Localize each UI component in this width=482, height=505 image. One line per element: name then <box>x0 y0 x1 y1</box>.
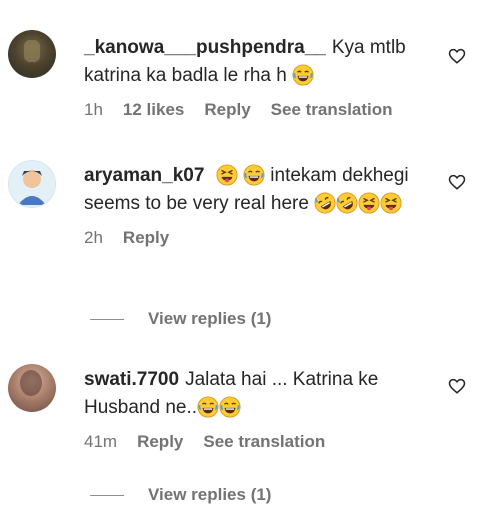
face-with-tears-of-joy-icon <box>219 396 241 418</box>
comment-text: _kanowa___pushpendra__ Kya mtlb katrina k… <box>84 34 422 90</box>
avatar[interactable] <box>8 30 56 78</box>
username[interactable]: aryaman_k07 <box>84 165 204 186</box>
avatar[interactable] <box>8 364 56 412</box>
comment-meta: 2h Reply <box>84 228 422 248</box>
see-translation-button[interactable]: See translation <box>271 100 393 120</box>
reply-button[interactable]: Reply <box>204 100 250 120</box>
heart-outline-icon[interactable] <box>448 377 466 395</box>
likes-count[interactable]: 12 likes <box>123 100 184 120</box>
squinting-face-with-tongue-icon <box>216 164 238 186</box>
see-translation-button[interactable]: See translation <box>203 432 325 452</box>
timestamp: 1h <box>84 100 103 119</box>
view-replies-button[interactable]: View replies (1) <box>90 485 271 505</box>
username[interactable]: _kanowa___pushpendra__ <box>84 37 326 58</box>
timestamp: 2h <box>84 228 103 247</box>
view-replies-label[interactable]: View replies (1) <box>148 309 271 329</box>
squinting-face-with-tongue-icon <box>380 192 402 214</box>
face-with-tears-of-joy-icon <box>292 64 314 86</box>
comment-text: swati.7700 Jalata hai ... Katrina ke Husb… <box>84 366 422 422</box>
reply-button[interactable]: Reply <box>137 432 183 452</box>
avatar[interactable] <box>8 160 56 208</box>
face-with-tears-of-joy-icon <box>243 164 265 186</box>
comment-meta: 41m Reply See translation <box>84 432 422 452</box>
heart-outline-icon[interactable] <box>448 173 466 191</box>
divider <box>90 318 124 320</box>
view-replies-label[interactable]: View replies (1) <box>148 485 271 505</box>
rolling-on-floor-laughing-icon <box>314 192 336 214</box>
reply-button[interactable]: Reply <box>123 228 169 248</box>
heart-outline-icon[interactable] <box>448 47 466 65</box>
timestamp: 41m <box>84 432 118 451</box>
rolling-on-floor-laughing-icon <box>336 192 358 214</box>
comment-meta: 1h 12 likes Reply See translation <box>84 100 422 120</box>
face-with-tears-of-joy-icon <box>197 396 219 418</box>
username[interactable]: swati.7700 <box>84 369 179 390</box>
view-replies-button[interactable]: View replies (1) <box>90 309 271 329</box>
squinting-face-with-tongue-icon <box>358 192 380 214</box>
divider <box>90 494 124 496</box>
comment-text: aryaman_k07 intekam dekhegi seems to be … <box>84 162 422 218</box>
